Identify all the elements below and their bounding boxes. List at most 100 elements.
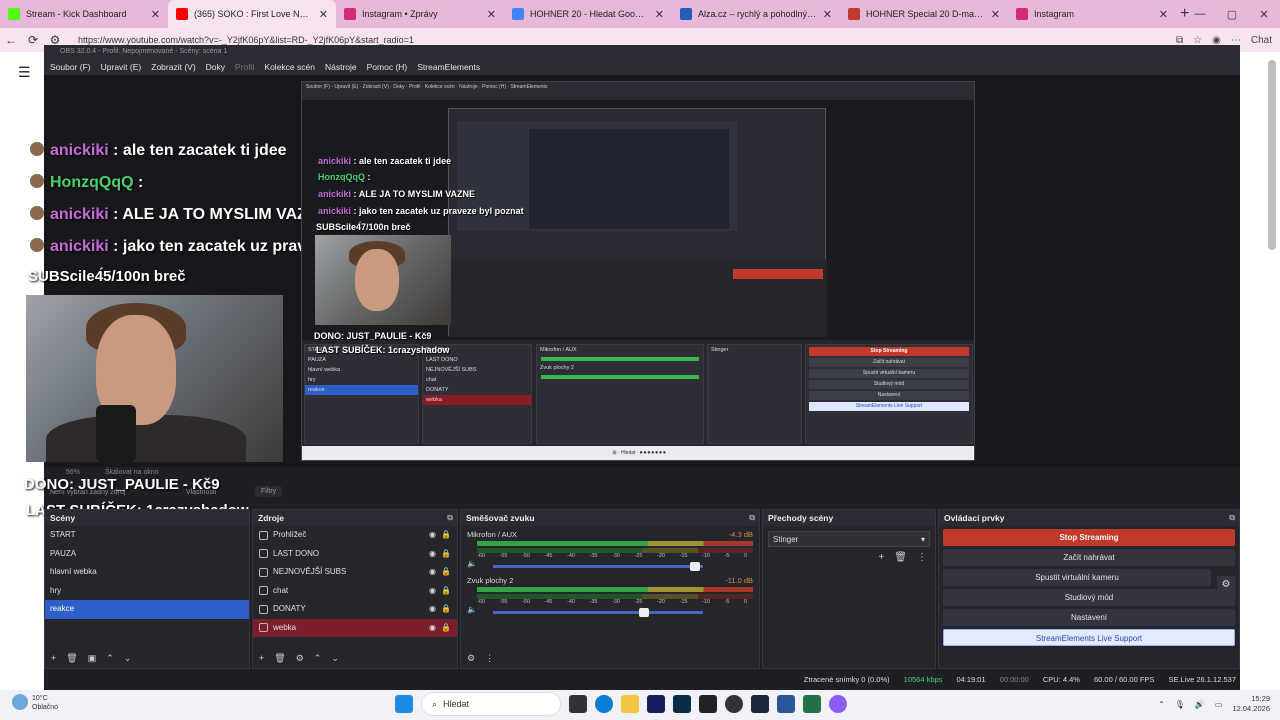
start-recording-button[interactable]: Začít nahrávat <box>943 549 1235 566</box>
browser-tab[interactable]: Stream - Kick Dashboard ✕ <box>0 0 168 28</box>
browser-tab[interactable]: Instagram ✕ <box>1008 0 1176 28</box>
lock-icon[interactable]: 🔒 <box>441 619 451 638</box>
menu-item[interactable]: Doky <box>206 62 225 72</box>
visibility-eye-icon[interactable]: ◉ <box>429 526 436 545</box>
transition-select[interactable]: Stinger ▾ <box>768 531 930 547</box>
virtual-camera-settings-icon[interactable]: ⚙ <box>1217 576 1235 593</box>
source-item[interactable]: DONATY ◉ 🔒 <box>253 600 457 619</box>
source-item[interactable]: NEJNOVĚJŠÍ SUBS ◉ 🔒 <box>253 563 457 582</box>
menu-item[interactable]: Pomoc (H) <box>367 62 408 72</box>
stop-streaming-button[interactable]: Stop Streaming <box>943 529 1235 546</box>
source-item[interactable]: Prohlížeč ◉ 🔒 <box>253 526 457 545</box>
source-item[interactable]: LAST DONO ◉ 🔒 <box>253 545 457 564</box>
taskbar-search[interactable]: ⌕ Hledat <box>421 692 561 716</box>
visibility-eye-icon[interactable]: ◉ <box>429 545 436 564</box>
menu-item[interactable]: Kolekce scén <box>264 62 315 72</box>
visibility-eye-icon[interactable]: ◉ <box>429 600 436 619</box>
speaker-icon[interactable]: 🔈 <box>467 605 477 614</box>
visibility-eye-icon[interactable]: ◉ <box>429 619 436 638</box>
menu-dots-icon[interactable]: ⋯ <box>1231 35 1241 46</box>
battery-icon[interactable]: ▭ <box>1215 700 1223 709</box>
scene-item[interactable]: PAUZA <box>45 545 249 564</box>
menu-item[interactable]: Profil <box>235 62 254 72</box>
transition-menu-icon[interactable]: ⋮ <box>917 552 927 563</box>
menu-item[interactable]: Nástroje <box>325 62 357 72</box>
browser-tab[interactable]: Instagram • Zprávy ✕ <box>336 0 504 28</box>
scene-item[interactable]: reakce <box>45 600 249 619</box>
page-scrollbar[interactable] <box>1268 60 1276 250</box>
close-tab-icon[interactable]: ✕ <box>655 8 664 21</box>
mixer-settings-icon[interactable]: ⚙ <box>467 653 475 664</box>
settings-button[interactable]: Nastavení <box>943 609 1235 626</box>
visibility-eye-icon[interactable]: ◉ <box>429 563 436 582</box>
bookmark-star-icon[interactable]: ☆ <box>1193 35 1202 46</box>
chat-button[interactable]: Chat <box>1251 35 1272 46</box>
speaker-icon[interactable]: 🔈 <box>467 559 477 568</box>
weather-widget[interactable]: 10°C Oblačno <box>12 694 58 712</box>
source-item[interactable]: webka ◉ 🔒 <box>253 618 457 638</box>
obs-icon[interactable] <box>725 695 743 713</box>
source-down-icon[interactable]: ⌄ <box>331 653 339 664</box>
task-view-icon[interactable] <box>569 695 587 713</box>
edge-icon[interactable] <box>595 695 613 713</box>
scene-filter-icon[interactable]: ▣ <box>88 653 97 664</box>
add-transition-icon[interactable]: + <box>878 552 884 563</box>
minimize-button[interactable]: — <box>1184 0 1216 28</box>
close-tab-icon[interactable]: ✕ <box>991 8 1000 21</box>
close-tab-icon[interactable]: ✕ <box>1159 8 1168 21</box>
lock-icon[interactable]: 🔒 <box>441 563 451 582</box>
file-explorer-icon[interactable] <box>621 695 639 713</box>
source-item[interactable]: chat ◉ 🔒 <box>253 582 457 601</box>
dock-pin-icon[interactable]: ⧉ <box>1229 510 1235 526</box>
source-settings-icon[interactable]: ⚙ <box>296 653 304 664</box>
volume-slider[interactable] <box>492 562 703 571</box>
studio-mode-button[interactable]: Studiový mód <box>943 589 1235 606</box>
dock-pin-icon[interactable]: ⧉ <box>447 510 453 526</box>
lock-icon[interactable]: 🔒 <box>441 582 451 601</box>
volume-slider[interactable] <box>492 608 703 617</box>
extensions-icon[interactable]: ⧉ <box>1176 35 1183 46</box>
reload-icon[interactable]: ⟳ <box>22 33 44 47</box>
menu-item[interactable]: StreamElements <box>417 62 480 72</box>
filters-button[interactable]: Filtry <box>255 486 283 497</box>
source-up-icon[interactable]: ⌃ <box>314 653 322 664</box>
tray-chevron-icon[interactable]: ⌃ <box>1158 700 1165 709</box>
messenger-icon[interactable] <box>829 695 847 713</box>
back-icon[interactable]: ← <box>0 33 22 47</box>
volume-knob[interactable] <box>689 562 700 571</box>
remove-source-icon[interactable]: 🗑 <box>274 653 285 664</box>
menu-item[interactable]: Upravit (E) <box>101 62 142 72</box>
scene-item[interactable]: START <box>45 526 249 545</box>
maximize-button[interactable]: ▢ <box>1216 0 1248 28</box>
app-icon[interactable] <box>699 695 717 713</box>
dock-pin-icon[interactable]: ⧉ <box>749 510 755 526</box>
move-up-icon[interactable]: ⌃ <box>106 653 114 664</box>
hamburger-menu-icon[interactable]: ☰ <box>18 64 31 81</box>
start-menu-icon[interactable] <box>395 695 413 713</box>
lock-icon[interactable]: 🔒 <box>441 526 451 545</box>
remove-transition-icon[interactable]: 🗑 <box>894 552 907 563</box>
lock-icon[interactable]: 🔒 <box>441 600 451 619</box>
lock-icon[interactable]: 🔒 <box>441 545 451 564</box>
streamelements-support-button[interactable]: StreamElements Live Support <box>943 629 1235 646</box>
profile-icon[interactable]: ◉ <box>1212 35 1221 46</box>
scene-item[interactable]: hry <box>45 582 249 601</box>
close-tab-icon[interactable]: ✕ <box>151 8 160 21</box>
move-down-icon[interactable]: ⌄ <box>124 653 132 664</box>
browser-tab[interactable]: HOHNER Special 20 D-major Foul ✕ <box>840 0 1008 28</box>
close-window-button[interactable]: ✕ <box>1248 0 1280 28</box>
menu-item[interactable]: Soubor (F) <box>50 62 91 72</box>
close-tab-icon[interactable]: ✕ <box>319 8 328 21</box>
browser-tab[interactable]: HOHNER 20 - Hledat Googlem ✕ <box>504 0 672 28</box>
browser-tab[interactable]: Alza.cz – rychlý a pohodlný nákup ✕ <box>672 0 840 28</box>
excel-icon[interactable] <box>803 695 821 713</box>
volume-knob[interactable] <box>639 608 650 617</box>
menu-item[interactable]: Zobrazit (V) <box>151 62 195 72</box>
premiere-icon[interactable] <box>647 695 665 713</box>
mic-icon[interactable]: 🎙 <box>1175 700 1185 709</box>
browser-tab[interactable]: (365) SOKO : First Love Never Dies ✕ <box>168 0 336 28</box>
photoshop-icon[interactable] <box>673 695 691 713</box>
visibility-eye-icon[interactable]: ◉ <box>429 582 436 601</box>
word-icon[interactable] <box>777 695 795 713</box>
clock[interactable]: 15:29 12.04.2026 <box>1232 694 1270 714</box>
